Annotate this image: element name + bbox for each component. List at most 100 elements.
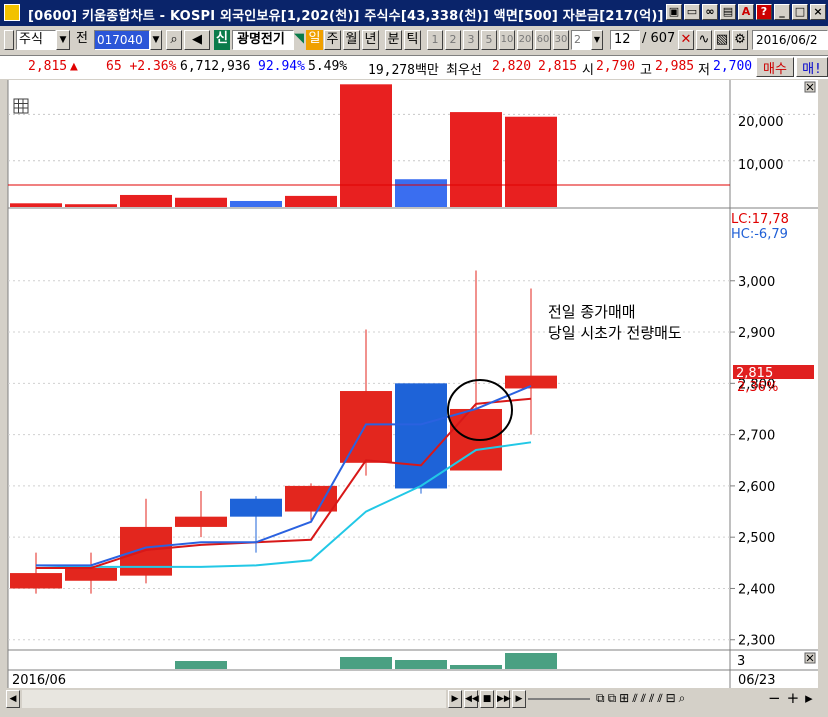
gear-icon[interactable]: ⚙ — [732, 30, 748, 50]
indicator-bar — [450, 665, 502, 669]
candle-body — [395, 383, 447, 489]
quote-bar: 2,815 ▲ 65 +2.36% 6,712,936 92.94% 5.49%… — [0, 55, 828, 79]
link-icon[interactable]: ∞ — [702, 4, 718, 20]
interval-10[interactable]: 10 — [499, 30, 515, 50]
count-input[interactable]: 12 — [610, 30, 640, 50]
scroll-right-icon[interactable]: ▶ — [512, 690, 526, 708]
volume-tick-label: 10,000 — [738, 158, 784, 173]
layout-icon[interactable]: ▣ — [666, 4, 682, 20]
scroll-bar: ◀ ▶ ◀◀ ■ ▶▶ ▶ ⧉⧉⊞⫽⫽⫽⫽⊟⌕ −+▸ — [0, 688, 828, 717]
date-input[interactable]: 2016/06/2 — [752, 30, 828, 50]
toolbar-grip[interactable] — [4, 30, 14, 50]
volume-bar — [505, 116, 557, 207]
period-minute-tab[interactable]: 분 — [385, 30, 402, 50]
toolbar: 주식 ▼ 전 017040 ▼ ⌕ ◀ 신 광명전기 ◥ 일 주 월 년 분 틱 1… — [0, 27, 828, 53]
period-month-tab[interactable]: 월 — [343, 30, 360, 50]
lower-panel-tick: 3 — [737, 654, 745, 669]
chevron-down-icon[interactable]: ▼ — [591, 30, 603, 50]
code-input[interactable]: 017040 ▼ — [94, 30, 164, 50]
price-value: 2,815 — [28, 59, 68, 74]
window-title: [0600] 키움종합차트 - KOSPI 외국인보유[1,202(천)] 주식… — [28, 9, 664, 24]
market-label: 주식 — [16, 30, 56, 50]
sell-button[interactable]: 매! — [796, 57, 828, 77]
total-count: / 607 — [642, 31, 676, 46]
amount-value: 19,278백만 — [368, 63, 439, 78]
price-tick-label: 2,500 — [738, 531, 775, 546]
period-week-tab[interactable]: 주 — [324, 30, 341, 50]
candle-body — [340, 391, 392, 463]
scroll-left-icon[interactable]: ◀ — [6, 690, 20, 708]
price-tick-label: 2,300 — [738, 634, 775, 649]
best-ask-label: 최우선 — [446, 63, 482, 78]
fast-forward-icon[interactable]: ▶▶ — [496, 690, 511, 708]
line-chart-icon[interactable]: ∿ — [696, 30, 712, 50]
maximize-button[interactable]: □ — [792, 4, 808, 20]
minimize-button[interactable]: _ — [774, 4, 790, 20]
save-icon[interactable]: ▤ — [720, 4, 736, 20]
period-tick-tab[interactable]: 틱 — [404, 30, 421, 50]
volume-bar — [230, 200, 282, 207]
speaker-icon[interactable]: ◀ — [184, 30, 210, 50]
current-change-label: 2,36% — [737, 380, 778, 395]
period-day-tab[interactable]: 일 — [306, 30, 323, 50]
lower-panel-close-icon[interactable] — [804, 652, 816, 664]
zoom-slider[interactable] — [528, 698, 590, 700]
interval-30[interactable]: 30 — [553, 30, 569, 50]
end-date-label: 06/23 — [738, 673, 775, 688]
help-icon[interactable]: ? — [756, 4, 772, 20]
app-icon[interactable] — [4, 4, 20, 21]
chevron-down-icon[interactable]: ▼ — [150, 30, 162, 50]
image-icon[interactable]: ▧ — [714, 30, 730, 50]
grid-icon[interactable] — [13, 98, 29, 114]
crosshair-icon[interactable]: ✕ — [678, 30, 694, 50]
scroll-track[interactable] — [22, 690, 446, 708]
interval-1[interactable]: 1 — [427, 30, 443, 50]
indicator-bar — [395, 660, 447, 669]
interval-20[interactable]: 20 — [517, 30, 533, 50]
price-chart[interactable]: 20,000 10,000 LC:17,78 HC:-6,79 3,000 2,9… — [0, 80, 828, 688]
best-bid-value: 2,815 — [538, 59, 578, 74]
volume-bar — [395, 179, 447, 207]
chevron-down-icon[interactable]: ▼ — [56, 30, 70, 50]
interval-60[interactable]: 60 — [535, 30, 551, 50]
price-tick-label: 3,000 — [738, 275, 775, 290]
interval-5[interactable]: 5 — [481, 30, 497, 50]
stop-icon[interactable]: ■ — [480, 690, 494, 708]
drawing-tools-icon[interactable]: ⧉⧉⊞⫽⫽⫽⫽⊟⌕ — [596, 691, 688, 706]
close-button[interactable]: × — [810, 4, 826, 20]
volume-bar — [340, 84, 392, 207]
alert-icon[interactable]: A — [738, 4, 754, 20]
high-label: 고 — [640, 63, 652, 78]
volume-value: 6,712,936 — [180, 59, 251, 74]
prev-label[interactable]: 전 — [76, 30, 88, 50]
volume-bar — [285, 195, 337, 207]
stock-name: 광명전기 — [232, 30, 294, 50]
price-tick-label: 2,600 — [738, 480, 775, 495]
search-icon[interactable]: ⌕ — [166, 30, 182, 50]
volume-bar — [120, 194, 172, 207]
volume-panel-close-icon[interactable] — [804, 81, 816, 93]
price-tick-label: 2,400 — [738, 582, 775, 597]
code-value[interactable]: 017040 — [94, 30, 150, 50]
change-value: 65 +2.36% — [106, 59, 177, 74]
price-tick-label: 2,700 — [738, 429, 775, 444]
open-label: 시 — [582, 63, 594, 78]
candle-body — [175, 516, 227, 527]
rewind-icon[interactable]: ◀◀ — [464, 690, 479, 708]
play-icon[interactable]: ▶ — [448, 690, 462, 708]
volume-tick-label: 20,000 — [738, 115, 784, 130]
market-select[interactable]: 주식 ▼ — [16, 30, 74, 50]
period-year-tab[interactable]: 년 — [362, 30, 379, 50]
low-value: 2,700 — [713, 59, 753, 74]
buy-button[interactable]: 매수 — [756, 57, 794, 77]
high-value: 2,985 — [655, 59, 695, 74]
title-bar: [0600] 키움종합차트 - KOSPI 외국인보유[1,202(천)] 주식… — [0, 0, 828, 26]
zoom-controls-icon[interactable]: −+▸ — [768, 689, 819, 707]
triangle-icon: ◥ — [294, 31, 304, 46]
window-icon[interactable]: ▭ — [684, 4, 700, 20]
interval-3[interactable]: 3 — [463, 30, 479, 50]
annotation-line-1: 전일 종가매매 — [548, 303, 636, 321]
interval-custom[interactable]: 2 — [571, 30, 591, 50]
annotation-line-2: 당일 시초가 전량매도 — [548, 324, 682, 342]
interval-2[interactable]: 2 — [445, 30, 461, 50]
